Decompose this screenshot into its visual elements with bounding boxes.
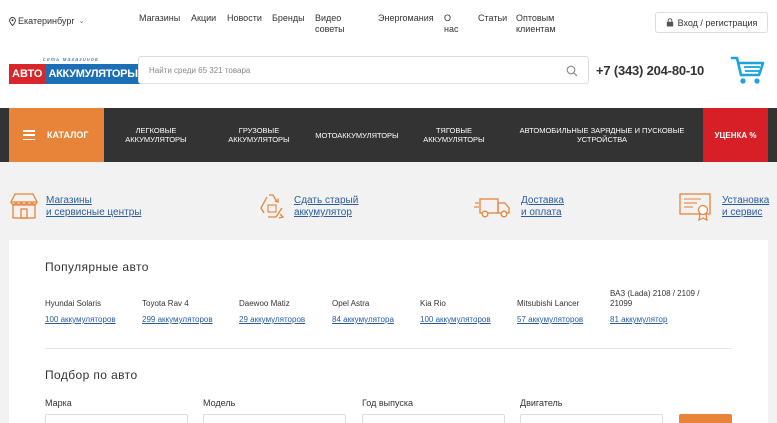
car-opel-astra: Opel Astra 84 аккумулятора [332,299,394,324]
car-daewoo-matiz: Daewoo Matiz 29 аккумуляторов [239,299,305,324]
login-button[interactable]: Вход / регистрация [655,12,768,33]
city-selector[interactable]: Екатеринбург ⌄ [9,16,85,26]
car-name: Mitsubishi Lancer [517,299,580,308]
truck-icon [474,198,510,218]
location-pin-icon [9,16,16,26]
logo-avto: АВТО [9,64,46,84]
car-name: Hyundai Solaris [45,299,102,308]
car-kia-rio: Kia Rio 100 аккумуляторов [420,299,491,324]
car-vaz-lada: ВАЗ (Lada) 2108 / 2109 / 21099 81 аккуму… [610,289,720,324]
car-name: Kia Rio [420,299,446,308]
category-passenger[interactable]: ЛЕГКОВЫЕ АККУМУЛЯТОРЫ [116,108,196,162]
logo-akkumulyatory: АККУМУЛЯТОРЫ [45,64,141,84]
nav-link-stores[interactable]: Магазины [139,13,180,24]
logo-tagline: сеть магазинов [43,57,99,63]
car-name: Daewoo Matiz [239,299,290,308]
feature-installation-line2: и сервис [722,207,763,218]
car-hyundai-solaris: Hyundai Solaris 100 аккумуляторов [45,299,116,324]
nav-link-energomania[interactable]: Энергомания [378,13,434,24]
category-truck[interactable]: ГРУЗОВЫЕ АККУМУЛЯТОРЫ [220,108,298,162]
car-batteries-link[interactable]: 100 аккумуляторов [420,315,491,324]
content-card: Популярные авто Hyundai Solaris 100 акку… [9,240,768,423]
car-batteries-link[interactable]: 57 аккумуляторов [517,315,583,324]
make-select[interactable] [45,414,188,423]
category-moto[interactable]: МОТОАККУМУЛЯТОРЫ [311,108,403,162]
certificate-icon [679,193,711,222]
popular-cars-title: Популярные авто [45,260,149,274]
search-icon[interactable] [566,65,578,77]
car-batteries-link[interactable]: 299 аккумуляторов [142,315,213,324]
nav-link-promotions[interactable]: Акции [191,13,216,24]
feature-installation[interactable]: Установка и сервис [679,190,769,222]
nav-link-news[interactable]: Новости [227,13,262,24]
car-batteries-link[interactable]: 29 аккумуляторов [239,315,305,324]
year-select[interactable] [362,414,505,423]
cart-icon[interactable] [730,54,766,86]
field-label-make: Марка [45,398,72,408]
nav-link-articles[interactable]: Статьи [478,13,507,24]
nav-link-wholesale[interactable]: Оптовым клиентам [516,13,566,35]
lock-icon [666,18,673,27]
top-bar: Екатеринбург ⌄ Магазины Акции Новости Бр… [0,0,777,50]
search-input[interactable] [149,63,549,78]
feature-stores-line2: и сервисные центры [46,207,142,218]
field-label-year: Год выпуска [362,398,413,408]
feature-delivery-line1: Доставка [521,195,564,206]
find-button[interactable] [679,414,732,423]
feature-stores[interactable]: Магазины и сервисные центры [8,190,141,222]
car-batteries-link[interactable]: 84 аккумулятора [332,315,394,324]
feature-recycle[interactable]: Сдать старый аккумулятор [256,190,358,222]
feature-delivery[interactable]: Доставка и оплата [474,190,564,222]
divider [45,348,732,349]
phone-number[interactable]: +7 (343) 204-80-10 [596,63,704,78]
car-name: Toyota Rav 4 [142,299,189,308]
car-name: ВАЗ (Lada) 2108 / 2109 / 21099 [610,289,700,308]
model-select[interactable] [203,414,346,423]
field-label-engine: Двигатель [520,398,563,408]
feature-recycle-line1: Сдать старый [294,195,359,206]
store-icon [10,193,38,219]
nav-link-video[interactable]: Видео советы [315,13,355,35]
chevron-down-icon: ⌄ [78,18,85,25]
feature-stores-line1: Магазины [46,195,92,206]
car-batteries-link[interactable]: 81 аккумулятор [610,315,720,324]
nav-link-brands[interactable]: Бренды [272,13,305,24]
category-chargers[interactable]: АВТОМОБИЛЬНЫЕ ЗАРЯДНЫЕ И ПУСКОВЫЕ УСТРОЙ… [513,108,691,162]
feature-delivery-line2: и оплата [521,207,562,218]
recycle-icon [260,194,285,219]
login-label: Вход / регистрация [677,17,758,28]
feature-installation-line1: Установка [722,195,770,206]
hamburger-icon [23,130,35,140]
search-box [138,56,589,84]
catalog-button[interactable]: КАТАЛОГ [9,108,104,162]
city-name: Екатеринбург [18,16,75,26]
nav-link-about[interactable]: О нас [444,13,460,35]
car-batteries-link[interactable]: 100 аккумуляторов [45,315,116,324]
feature-recycle-line2: аккумулятор [294,207,352,218]
car-name: Opel Astra [332,299,370,308]
car-mitsubishi-lancer: Mitsubishi Lancer 57 аккумуляторов [517,299,583,324]
sale-button[interactable]: УЦЕНКА % [703,108,768,162]
category-traction[interactable]: ТЯГОВЫЕ АККУМУЛЯТОРЫ [414,108,494,162]
car-toyota-rav4: Toyota Rav 4 299 аккумуляторов [142,299,213,324]
engine-select[interactable] [520,414,663,423]
header: сеть магазинов АВТО АККУМУЛЯТОРЫ +7 (343… [0,50,777,108]
field-label-model: Модель [203,398,236,408]
logo[interactable]: сеть магазинов АВТО АККУМУЛЯТОРЫ [9,57,141,86]
category-bar: КАТАЛОГ ЛЕГКОВЫЕ АККУМУЛЯТОРЫ ГРУЗОВЫЕ А… [0,108,777,162]
catalog-label: КАТАЛОГ [47,130,89,140]
car-selector-title: Подбор по авто [45,368,138,382]
